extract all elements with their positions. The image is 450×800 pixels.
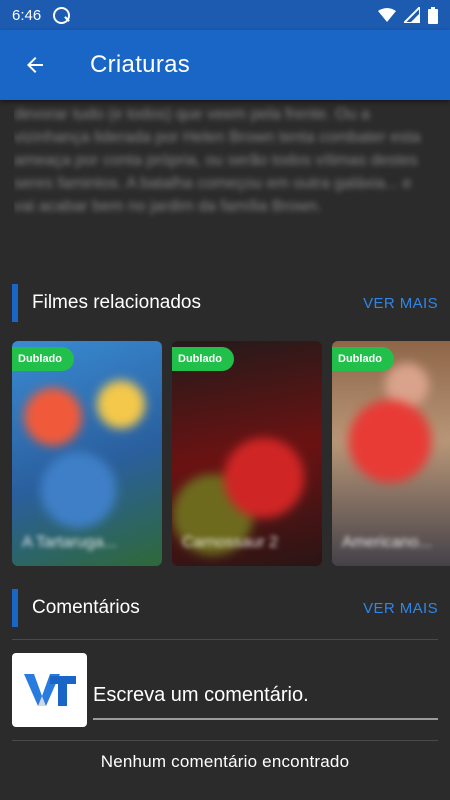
divider	[12, 639, 438, 640]
section-accent-bar	[12, 589, 18, 627]
vt-logo-icon	[23, 674, 76, 706]
movie-poster-image	[332, 341, 450, 566]
battery-icon	[428, 6, 438, 24]
wifi-icon	[378, 7, 396, 22]
movie-card-title: Americano...	[342, 534, 432, 551]
movie-card[interactable]: Dublado A Tartaruga...	[12, 341, 162, 566]
app-notification-icon	[53, 6, 71, 24]
movie-poster-image	[172, 341, 322, 566]
dubbed-badge: Dublado	[332, 347, 394, 371]
comment-input-placeholder: Escreva um comentário.	[93, 683, 309, 706]
dubbed-badge: Dublado	[172, 347, 234, 371]
movie-card[interactable]: Dublado Americano...	[332, 341, 450, 566]
comments-header: Comentários VER MAIS	[12, 588, 438, 628]
comments-see-more-button[interactable]: VER MAIS	[363, 600, 438, 617]
related-movies-title: Filmes relacionados	[32, 292, 201, 313]
page-title: Criaturas	[90, 51, 191, 78]
movie-card-title: A Tartaruga...	[22, 534, 117, 551]
comments-title: Comentários	[32, 597, 140, 618]
arrow-left-icon	[27, 57, 43, 73]
status-time: 6:46	[12, 6, 42, 24]
comment-input[interactable]: Escreva um comentário.	[93, 660, 438, 720]
status-icons	[378, 6, 438, 24]
avatar	[12, 653, 87, 727]
back-button[interactable]	[0, 30, 70, 100]
movie-poster-image	[12, 341, 162, 566]
related-movies-header: Filmes relacionados VER MAIS	[12, 283, 438, 323]
related-movies-carousel[interactable]: Dublado A Tartaruga... Dublado Carnossau…	[12, 341, 450, 566]
section-accent-bar	[12, 284, 18, 322]
no-comments-message: Nenhum comentário encontrado	[100, 752, 350, 771]
movie-synopsis: devorar tudo (e todos) que veem pela fre…	[14, 103, 434, 263]
movie-card-title: Carnossaur 2	[182, 534, 279, 551]
synopsis-text: devorar tudo (e todos) que veem pela fre…	[14, 106, 421, 215]
related-see-more-button[interactable]: VER MAIS	[363, 295, 438, 312]
divider	[12, 740, 438, 741]
comment-composer: Escreva um comentário.	[12, 653, 438, 727]
dubbed-badge: Dublado	[12, 347, 74, 371]
movie-card[interactable]: Dublado Carnossaur 2	[172, 341, 322, 566]
status-bar: 6:46	[0, 0, 450, 30]
app-bar: Criaturas	[0, 30, 450, 100]
signal-icon	[404, 7, 420, 23]
